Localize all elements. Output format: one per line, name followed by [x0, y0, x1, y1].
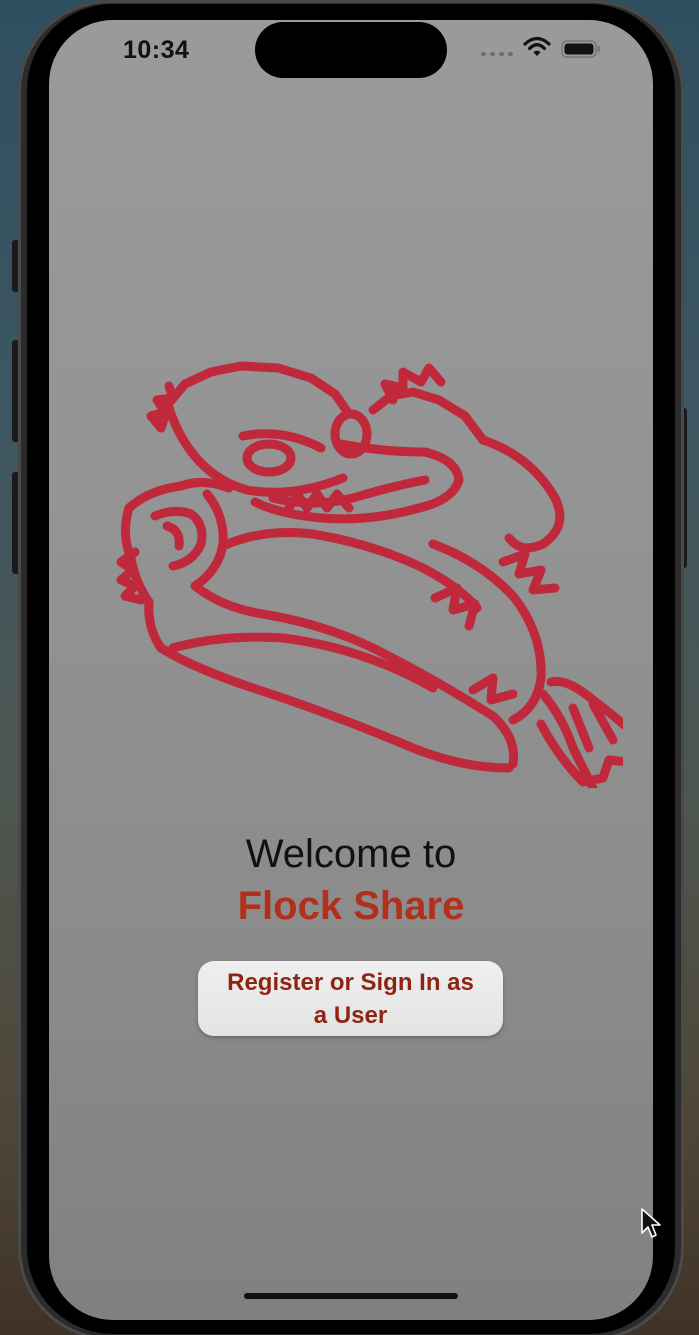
- dynamic-island: [255, 22, 447, 78]
- app-name-title: Flock Share: [237, 884, 465, 928]
- duck-mascot-icon: [116, 361, 623, 788]
- home-indicator[interactable]: [244, 1293, 458, 1299]
- battery-icon: [561, 40, 600, 58]
- wifi-icon: [523, 36, 551, 56]
- register-sign-in-button[interactable]: Register or Sign In as a User: [198, 961, 503, 1036]
- status-time: 10:34: [123, 36, 190, 64]
- mouse-cursor-icon: [641, 1208, 661, 1238]
- phone-screen: 10:34 Welcome to Flock Share Register or…: [49, 20, 653, 1320]
- register-button-label: Register or Sign In as a User: [227, 968, 474, 1029]
- cellular-signal-icon: [481, 52, 513, 56]
- welcome-text: Welcome to: [245, 832, 457, 876]
